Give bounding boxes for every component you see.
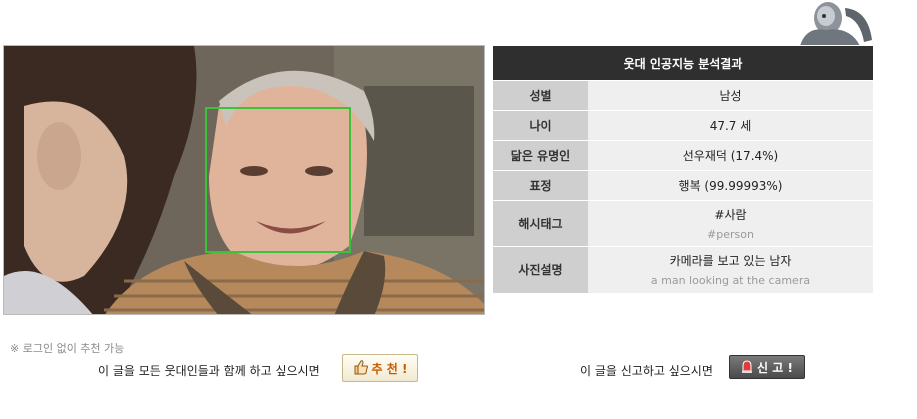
recommend-label: 추 천 ! xyxy=(371,361,408,376)
table-header: 웃대 인공지능 분석결과 xyxy=(493,45,873,81)
login-note: ※ 로그인 없이 추천 가능 xyxy=(10,342,125,355)
row-value-lookalike: 선우재덕 (17.4%) xyxy=(588,140,873,171)
row-value-expression: 행복 (99.99993%) xyxy=(588,170,873,201)
face-detection-box xyxy=(205,107,351,253)
hashtag-english: #person xyxy=(707,228,754,241)
caption-korean: 카메라를 보고 있는 남자 xyxy=(669,254,792,269)
caption-english: a man looking at the camera xyxy=(650,274,811,288)
hashtag-korean: #사람 xyxy=(714,208,747,222)
share-prompt: 이 글을 모든 웃대인들과 함께 하고 싶으시면 xyxy=(98,364,320,378)
row-value-caption: 카메라를 보고 있는 남자 a man looking at the camer… xyxy=(588,246,873,293)
table-row: 나이 47.7 세 xyxy=(493,110,873,141)
row-key-age: 나이 xyxy=(493,110,588,141)
table-row: 닮은 유명인 선우재덕 (17.4%) xyxy=(493,140,873,171)
row-key-caption: 사진설명 xyxy=(493,246,588,293)
recommend-button[interactable]: 추 천 ! xyxy=(342,354,418,382)
robot-icon xyxy=(790,0,875,46)
report-label: 신 고 ! xyxy=(757,360,793,375)
analysis-table: 웃대 인공지능 분석결과 성별 남성 나이 47.7 세 닮은 유명인 선우재덕… xyxy=(493,45,873,293)
row-value-hashtag: #사람 #person xyxy=(588,200,873,247)
thumbs-up-icon xyxy=(353,359,369,378)
analyzed-photo xyxy=(3,45,485,315)
row-key-hashtag: 해시태그 xyxy=(493,200,588,247)
row-key-lookalike: 닮은 유명인 xyxy=(493,140,588,171)
row-key-expression: 표정 xyxy=(493,170,588,201)
table-row: 표정 행복 (99.99993%) xyxy=(493,170,873,201)
report-button[interactable]: 신 고 ! xyxy=(729,355,805,379)
report-prompt: 이 글을 신고하고 싶으시면 xyxy=(580,364,713,378)
row-value-age: 47.7 세 xyxy=(588,110,873,141)
row-value-gender: 남성 xyxy=(588,80,873,111)
row-key-gender: 성별 xyxy=(493,80,588,111)
table-row: 사진설명 카메라를 보고 있는 남자 a man looking at the … xyxy=(493,246,873,293)
table-row: 해시태그 #사람 #person xyxy=(493,200,873,247)
table-row: 성별 남성 xyxy=(493,80,873,111)
siren-icon xyxy=(741,359,753,376)
